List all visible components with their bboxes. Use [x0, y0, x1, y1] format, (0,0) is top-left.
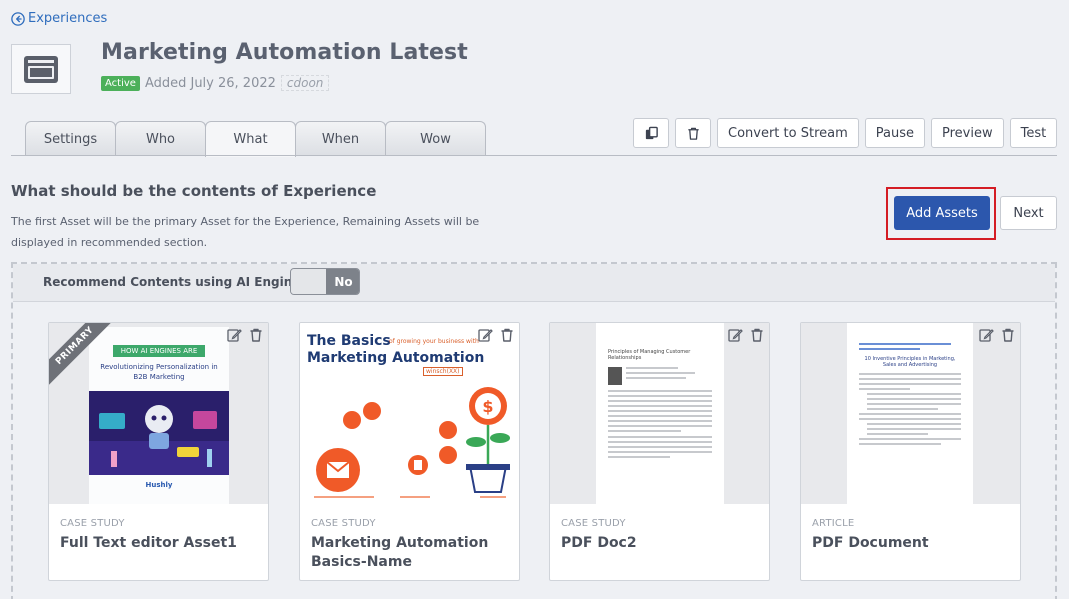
- tabs-divider: [11, 155, 1057, 156]
- cover-title: Revolutionizing Personalization in B2B M…: [100, 363, 218, 381]
- card-actions: [226, 327, 264, 343]
- delete-button[interactable]: [675, 118, 711, 148]
- tab-bar: Settings Who What When Wow: [25, 121, 486, 157]
- robot-illustration-icon: [89, 405, 229, 475]
- asset-card[interactable]: 10 Inventive Principles in Marketing, Sa…: [800, 322, 1021, 581]
- trash-icon[interactable]: [499, 327, 515, 343]
- back-label: Experiences: [28, 11, 108, 26]
- author-photo: [608, 367, 622, 385]
- asset-name: PDF Document: [812, 535, 929, 551]
- test-button[interactable]: Test: [1009, 118, 1058, 148]
- asset-name: Full Text editor Asset1: [60, 535, 237, 551]
- tab-who[interactable]: Who: [115, 121, 206, 156]
- page-title: Marketing Automation Latest: [101, 40, 468, 65]
- card-actions: [727, 327, 765, 343]
- trash-icon[interactable]: [248, 327, 264, 343]
- asset-card[interactable]: Principles of Managing Customer Relation…: [549, 322, 770, 581]
- tab-settings[interactable]: Settings: [25, 121, 116, 156]
- tab-when[interactable]: When: [295, 121, 386, 156]
- trash-icon: [687, 127, 699, 140]
- pdf-page: 10 Inventive Principles in Marketing, Sa…: [847, 323, 973, 504]
- asset-name: PDF Doc2: [561, 535, 637, 551]
- asset-type: ARTICLE: [812, 518, 855, 529]
- cover-title-b: of growing your business with: [389, 338, 479, 345]
- edit-icon[interactable]: [978, 327, 994, 343]
- asset-thumbnail: 10 Inventive Principles in Marketing, Sa…: [801, 323, 1020, 504]
- pdf-page: Principles of Managing Customer Relation…: [596, 323, 724, 504]
- added-date: Added July 26, 2022: [144, 75, 276, 91]
- marketing-illustration-icon: $: [314, 387, 510, 498]
- ai-recommend-toggle[interactable]: No: [290, 268, 360, 295]
- oven-icon: [24, 56, 58, 83]
- experience-meta: Active Added July 26, 2022 cdoon: [101, 75, 330, 91]
- asset-type: CASE STUDY: [311, 518, 376, 529]
- cover-tag: HOW AI ENGINES ARE: [113, 345, 205, 357]
- toggle-value: No: [326, 269, 359, 294]
- experience-icon: [11, 44, 71, 94]
- convert-to-stream-button[interactable]: Convert to Stream: [717, 118, 859, 148]
- cover-illustration: [89, 391, 229, 475]
- tab-wow[interactable]: Wow: [385, 121, 486, 156]
- asset-type: CASE STUDY: [561, 518, 626, 529]
- copy-button[interactable]: [633, 118, 669, 148]
- asset-card[interactable]: The Basics of growing your business with…: [299, 322, 520, 581]
- cover-brand: Hushly: [145, 481, 173, 489]
- section-description: The first Asset will be the primary Asse…: [11, 215, 480, 249]
- cover-title-a: The Basics: [307, 333, 391, 349]
- pdf-title: Principles of Managing Customer Relation…: [608, 349, 691, 361]
- pause-button[interactable]: Pause: [864, 118, 925, 148]
- copy-icon: [645, 126, 658, 139]
- thumbnail-cover: HOW AI ENGINES ARE Revolutionizing Perso…: [89, 327, 229, 504]
- card-actions: [978, 327, 1016, 343]
- experience-toolbar: Convert to Stream Pause Preview Test: [633, 118, 1058, 148]
- ai-recommend-label: Recommend Contents using AI Engine: [43, 275, 301, 289]
- next-button[interactable]: Next: [1000, 196, 1057, 230]
- section-title: What should be the contents of Experienc…: [11, 182, 377, 200]
- card-actions: [477, 327, 515, 343]
- preview-button[interactable]: Preview: [931, 118, 1004, 148]
- tab-what[interactable]: What: [205, 121, 296, 157]
- asset-type: CASE STUDY: [60, 518, 125, 529]
- asset-thumbnail: Principles of Managing Customer Relation…: [550, 323, 769, 504]
- edit-icon[interactable]: [727, 327, 743, 343]
- cover-title-c: Marketing Automation: [307, 350, 485, 366]
- asset-thumbnail: HOW AI ENGINES ARE Revolutionizing Perso…: [49, 323, 268, 504]
- author-name: cdoon: [280, 75, 330, 91]
- trash-icon[interactable]: [749, 327, 765, 343]
- cover-brand: winsch(XX): [423, 367, 463, 376]
- asset-card[interactable]: HOW AI ENGINES ARE Revolutionizing Perso…: [48, 322, 269, 581]
- asset-name: Marketing Automation Basics-Name: [311, 535, 489, 570]
- ai-recommend-row: Recommend Contents using AI Engine No: [13, 264, 1055, 302]
- svg-text:$: $: [482, 397, 493, 416]
- asset-thumbnail: The Basics of growing your business with…: [300, 323, 519, 504]
- arrow-left-circle-icon: [11, 11, 25, 26]
- back-to-experiences-link[interactable]: Experiences: [11, 11, 107, 26]
- toggle-knob: [291, 269, 326, 294]
- trash-icon[interactable]: [1000, 327, 1016, 343]
- status-badge: Active: [101, 75, 140, 91]
- add-assets-button[interactable]: Add Assets: [894, 196, 990, 230]
- pdf-title: 10 Inventive Principles in Marketing, Sa…: [864, 356, 956, 368]
- edit-icon[interactable]: [226, 327, 242, 343]
- edit-icon[interactable]: [477, 327, 493, 343]
